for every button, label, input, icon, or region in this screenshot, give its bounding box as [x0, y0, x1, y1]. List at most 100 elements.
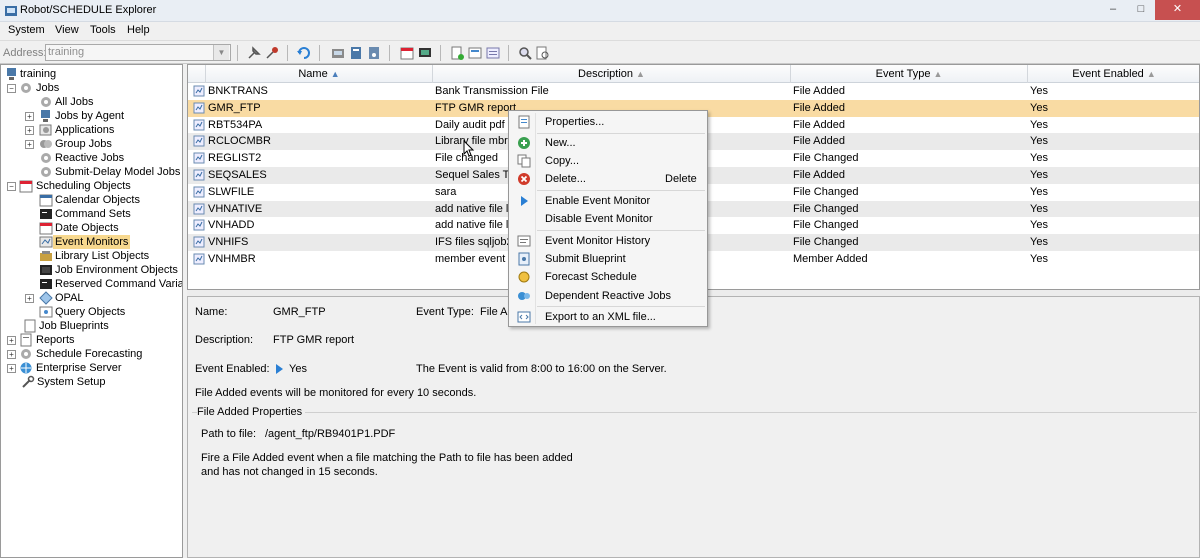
cell-event-enabled: Yes — [1030, 135, 1048, 148]
cell-event-type: File Changed — [793, 185, 859, 198]
menu-tools[interactable]: Tools — [90, 24, 116, 36]
expand-toggle[interactable]: + — [25, 112, 34, 121]
cell-event-enabled: Yes — [1030, 101, 1048, 114]
cell-event-enabled: Yes — [1030, 202, 1048, 215]
cell-name: SEQSALES — [208, 169, 267, 181]
cell-name: BNKTRANS — [208, 85, 268, 97]
menu-item-forecast-schedule[interactable]: Forecast Schedule — [511, 268, 705, 286]
gear-icon — [21, 83, 31, 93]
fire-description-line2: and has not changed in 15 seconds. — [201, 466, 378, 478]
enabled-flag-icon — [276, 364, 283, 374]
delete-icon — [518, 173, 530, 185]
expand-toggle[interactable]: + — [7, 350, 16, 359]
cell-event-enabled: Yes — [1030, 185, 1048, 198]
report-icon[interactable] — [467, 45, 483, 61]
menu-item-delete[interactable]: Delete... Delete — [511, 170, 705, 188]
expand-toggle[interactable]: + — [25, 140, 34, 149]
event-monitor-icon — [193, 169, 205, 181]
event-monitor-icon — [193, 253, 205, 265]
context-menu: Properties... New... Copy... Delete... D… — [508, 110, 708, 327]
validity-text: The Event is valid from 8:00 to 16:00 on… — [416, 363, 667, 375]
gear-icon — [41, 167, 51, 177]
environment-icon — [40, 265, 52, 275]
menu-view[interactable]: View — [55, 24, 79, 36]
server-icon[interactable] — [348, 45, 364, 61]
maximize-button[interactable]: □ — [1127, 0, 1155, 20]
unpin-icon[interactable] — [264, 45, 280, 61]
close-button[interactable]: ✕ — [1155, 0, 1200, 20]
event-monitor-icon — [193, 219, 205, 231]
gear-icon — [41, 97, 51, 107]
menu-bar: System View Tools Help — [0, 22, 1200, 40]
collapse-toggle[interactable]: − — [7, 84, 16, 93]
opal-icon — [39, 291, 53, 305]
menu-system[interactable]: System — [8, 24, 45, 36]
system-icon[interactable] — [366, 45, 382, 61]
find-document-icon[interactable] — [535, 45, 551, 61]
find-icon[interactable] — [517, 45, 533, 61]
list-icon[interactable] — [485, 45, 501, 61]
cell-event-type: File Changed — [793, 219, 859, 232]
blueprint-icon — [24, 319, 36, 333]
cell-event-enabled: Yes — [1030, 85, 1048, 97]
agent-icon[interactable] — [330, 45, 346, 61]
address-input[interactable]: training — [45, 44, 231, 61]
menu-item-disable-event-monitor[interactable]: Disable Event Monitor — [511, 210, 705, 228]
menu-item-event-monitor-history[interactable]: Event Monitor History — [511, 232, 705, 250]
forecast-icon — [21, 349, 31, 359]
title-bar: Robot/SCHEDULE Explorer – □ ✕ — [0, 0, 1200, 22]
properties-icon — [518, 115, 530, 129]
navigation-tree: training − Jobs All Jobs + Jobs by Agent… — [0, 64, 183, 558]
calendar-icon[interactable] — [399, 45, 415, 61]
expand-toggle[interactable]: + — [25, 126, 34, 135]
app-icon — [5, 6, 17, 16]
event-monitor-icon — [193, 85, 205, 97]
path-label: Path to file: — [201, 428, 257, 440]
cell-name: RCLOCMBR — [208, 135, 271, 148]
library-icon — [40, 251, 52, 261]
sort-ascending-icon: ▲ — [330, 69, 340, 79]
column-header-event-enabled[interactable]: Event Enabled ▲ — [1028, 65, 1199, 83]
expand-toggle[interactable]: + — [7, 364, 16, 373]
column-header-name[interactable]: Name ▲ — [206, 65, 433, 83]
menu-item-properties[interactable]: Properties... — [511, 113, 705, 131]
event-monitor-icon — [193, 152, 205, 164]
query-icon — [39, 306, 53, 318]
menu-item-export-xml[interactable]: Export to an XML file... — [511, 308, 705, 326]
refresh-icon[interactable] — [296, 45, 312, 61]
event-type-label: Event Type: — [416, 306, 474, 318]
column-header-description[interactable]: Description ▲ — [433, 65, 791, 83]
monitor-icon[interactable] — [417, 45, 433, 61]
collapse-toggle[interactable]: − — [7, 182, 16, 191]
expand-toggle[interactable]: + — [7, 336, 16, 345]
fire-description-line1: Fire a File Added event when a file matc… — [201, 452, 573, 464]
icon-column-header[interactable] — [188, 65, 206, 83]
table-row[interactable]: BNKTRANS Bank Transmission File File Added… — [188, 83, 1199, 100]
menu-item-enable-event-monitor[interactable]: Enable Event Monitor — [511, 192, 705, 210]
address-label: Address: — [3, 47, 47, 59]
event-monitor-icon — [193, 236, 205, 248]
window-title: Robot/SCHEDULE Explorer — [20, 4, 157, 16]
copy-icon — [517, 154, 531, 168]
address-dropdown-button[interactable]: ▼ — [213, 45, 229, 60]
expand-toggle[interactable]: + — [25, 294, 34, 303]
menu-item-dependent-reactive-jobs[interactable]: Dependent Reactive Jobs — [511, 287, 705, 305]
minimize-button[interactable]: – — [1099, 0, 1127, 20]
menu-item-copy[interactable]: Copy... — [511, 152, 705, 170]
menu-item-new[interactable]: New... — [511, 134, 705, 152]
cell-event-type: File Added — [793, 118, 845, 131]
list-header: Name ▲ Description ▲ Event Type ▲ Event Ena… — [188, 65, 1199, 83]
cell-event-enabled: Yes — [1030, 169, 1048, 181]
sort-icon: ▲ — [933, 69, 943, 79]
event-monitor-icon — [193, 203, 205, 215]
pin-icon[interactable] — [246, 45, 262, 61]
description-label: Description: — [195, 334, 254, 346]
terminal-icon — [40, 279, 52, 289]
menu-item-submit-blueprint[interactable]: Submit Blueprint — [511, 250, 705, 268]
menu-help[interactable]: Help — [127, 24, 150, 36]
cell-event-type: Member Added — [793, 253, 868, 265]
event-monitor-icon — [193, 119, 205, 131]
column-header-event-type[interactable]: Event Type ▲ — [791, 65, 1028, 83]
new-document-icon[interactable] — [449, 45, 465, 61]
sort-icon: ▲ — [636, 69, 645, 79]
